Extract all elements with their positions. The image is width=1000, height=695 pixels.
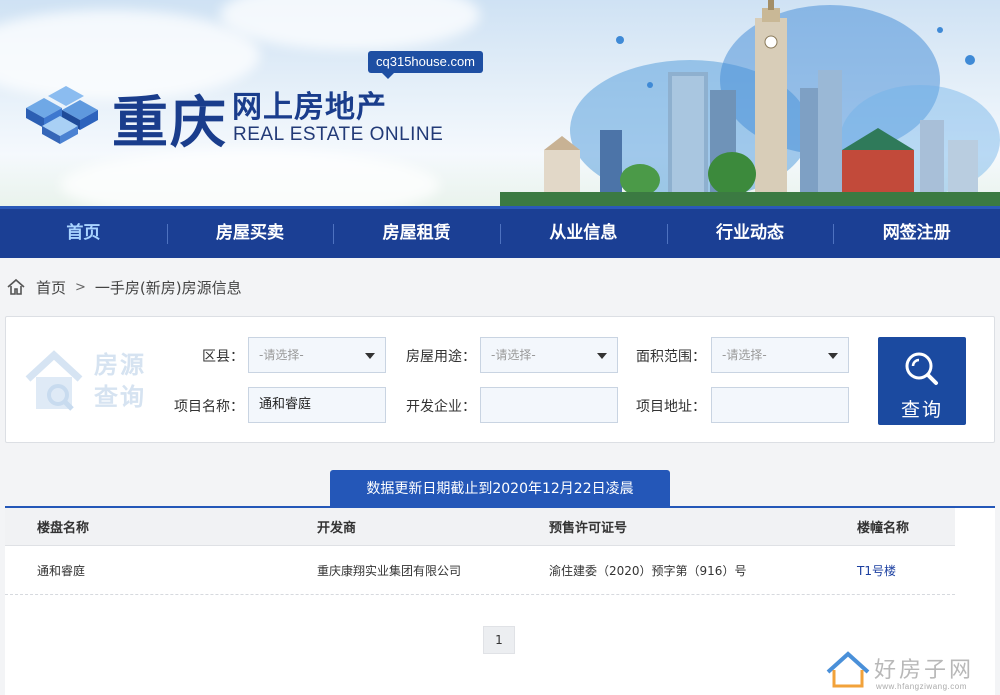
chevron-down-icon [597, 353, 607, 359]
developer-label: 开发企业： [406, 399, 476, 415]
main-nav: 首页 房屋买卖 房屋租赁 从业信息 行业动态 网签注册 [0, 206, 1000, 258]
nav-item-online-sign-register[interactable]: 网签注册 [833, 209, 1000, 258]
watermark-text-line1: 房源 [94, 351, 146, 379]
data-update-notice: 数据更新日期截止到2020年12月22日凌晨 [330, 470, 670, 508]
district-select-value: -请选择- [259, 348, 304, 362]
city-skyline-illustration [500, 0, 1000, 206]
cell-developer: 重庆康翔实业集团有限公司 [317, 564, 462, 578]
site-header: 重庆 网上房地产 REAL ESTATE ONLINE cq315house.c… [0, 0, 1000, 206]
column-header-project: 楼盘名称 [37, 521, 90, 536]
usage-label: 房屋用途： [406, 349, 476, 365]
address-label: 项目地址： [636, 399, 706, 415]
developer-input[interactable] [480, 387, 618, 423]
logo-city-name: 重庆 [112, 90, 228, 156]
chevron-down-icon [828, 353, 838, 359]
domain-badge: cq315house.com [368, 51, 484, 79]
column-header-presale-permit: 预售许可证号 [549, 521, 628, 536]
address-input[interactable] [711, 387, 849, 423]
cell-presale-permit: 渝住建委（2020）预字第（916）号 [549, 564, 747, 578]
breadcrumb-home-link[interactable]: 首页 [36, 277, 66, 298]
usage-select[interactable]: -请选择- [480, 337, 618, 373]
search-panel: 房源 查询 区县： -请选择- 房屋用途： -请选择- 面积范围： -请选择- … [5, 316, 995, 443]
search-icon [905, 352, 938, 385]
nav-item-house-rent[interactable]: 房屋租赁 [333, 209, 500, 258]
nav-item-house-sale[interactable]: 房屋买卖 [166, 209, 334, 258]
cloud-decoration [220, 0, 480, 50]
search-button[interactable]: 查询 [878, 337, 966, 425]
district-select[interactable]: -请选择- [248, 337, 386, 373]
column-header-building: 楼幢名称 [857, 521, 910, 536]
search-button-label: 查询 [900, 399, 943, 421]
breadcrumb-current: 一手房(新房)房源信息 [94, 278, 242, 297]
cell-project-name: 通和睿庭 [37, 564, 86, 578]
area-label: 面积范围： [636, 349, 706, 365]
table-row: 通和睿庭 重庆康翔实业集团有限公司 渝住建委（2020）预字第（916）号 T1… [5, 547, 955, 595]
logo-title: 网上房地产 [232, 90, 387, 125]
watermark-text-line2: 查询 [94, 383, 146, 411]
district-label: 区县： [202, 349, 244, 365]
area-select-value: -请选择- [722, 348, 767, 362]
logo-cubes-icon [26, 86, 98, 144]
breadcrumb: 首页 > 一手房(新房)房源信息 [6, 276, 242, 298]
breadcrumb-separator: > [75, 279, 86, 295]
site-watermark-url: www.hfangziwang.com [876, 682, 967, 691]
chevron-down-icon [365, 353, 375, 359]
pagination-page-button[interactable]: 1 [483, 626, 515, 654]
column-header-developer: 开发商 [317, 521, 357, 536]
home-icon[interactable] [6, 277, 26, 297]
house-logo-icon [826, 651, 870, 688]
nav-item-home[interactable]: 首页 [0, 209, 167, 258]
building-link[interactable]: T1号楼 [857, 547, 896, 594]
area-select[interactable]: -请选择- [711, 337, 849, 373]
site-watermark: 好房子网 www.hfangziwang.com [822, 646, 1000, 695]
usage-select-value: -请选择- [491, 348, 536, 362]
site-watermark-text: 好房子网 [874, 658, 975, 683]
nav-item-industry-news[interactable]: 行业动态 [666, 209, 834, 258]
project-name-input[interactable]: 通和睿庭 [248, 387, 386, 423]
nav-item-practitioner-info[interactable]: 从业信息 [500, 209, 667, 258]
table-header: 楼盘名称 开发商 预售许可证号 楼幢名称 [5, 508, 955, 546]
project-name-label: 项目名称： [174, 399, 244, 415]
logo-subtitle: REAL ESTATE ONLINE [233, 124, 444, 145]
